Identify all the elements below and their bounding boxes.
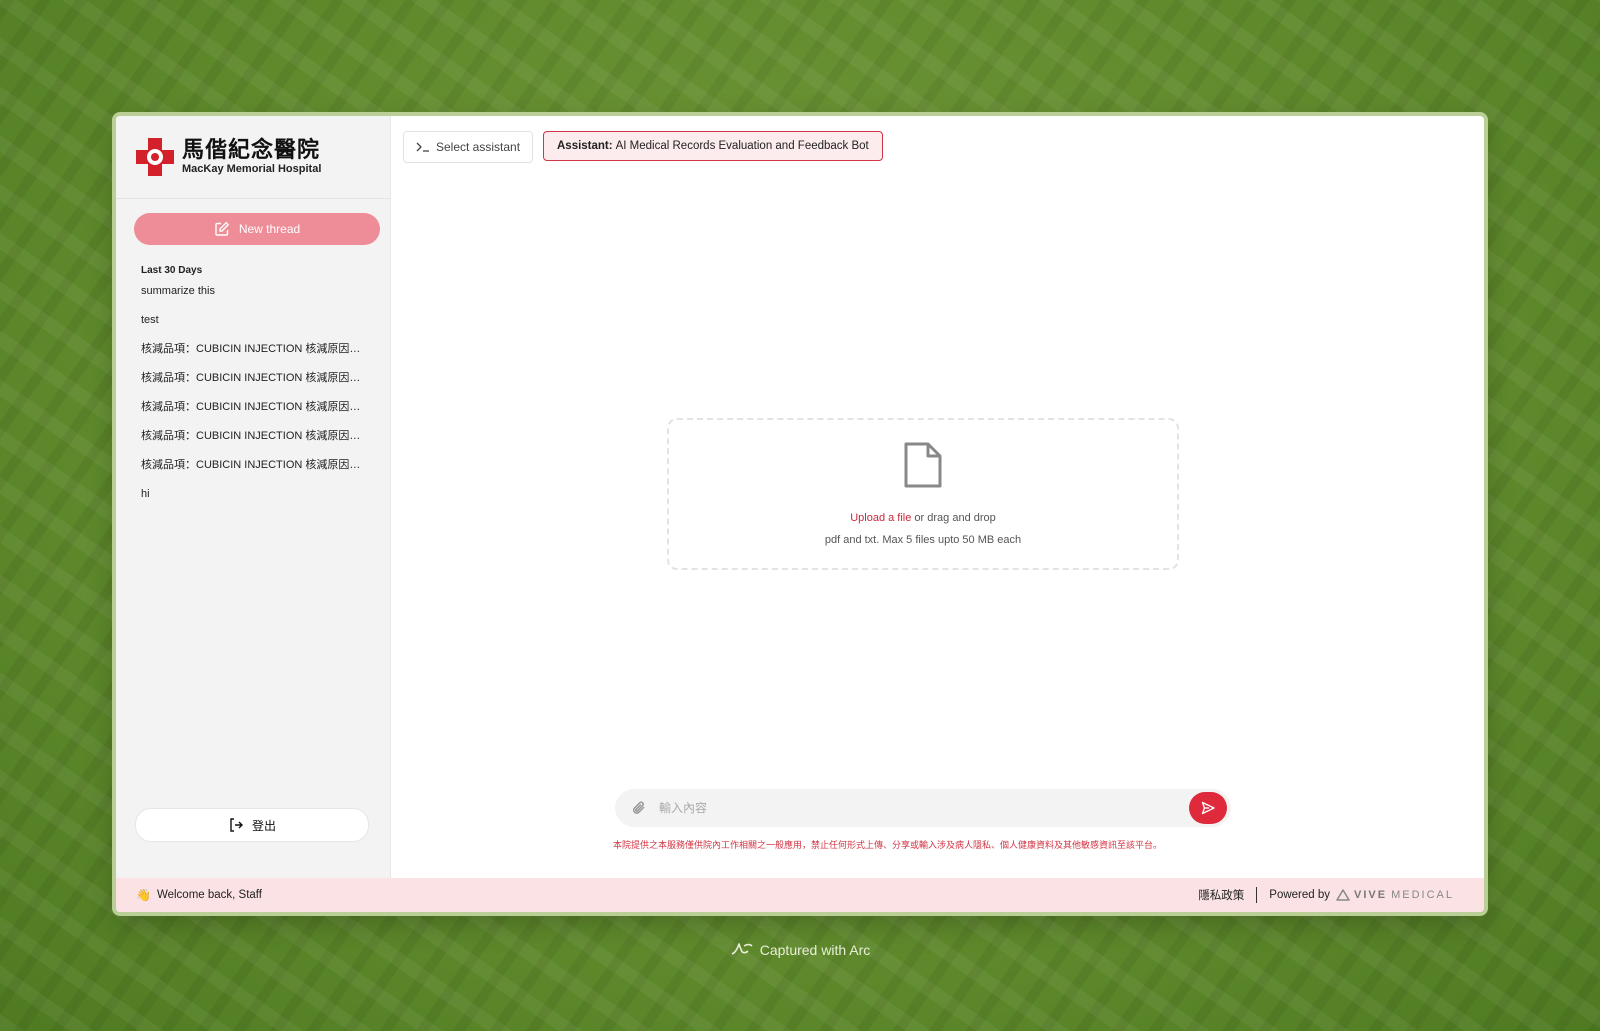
sidebar: 馬偕紀念醫院 MacKay Memorial Hospital New thre… bbox=[116, 116, 391, 878]
powered-by-label: Powered by bbox=[1269, 889, 1331, 901]
logout-label: 登出 bbox=[251, 818, 276, 833]
privacy-disclaimer: 本院提供之本服務僅供院內工作相關之一般應用，禁止任何形式上傳、分享或輸入涉及病人… bbox=[613, 841, 1163, 851]
logout-icon bbox=[230, 818, 243, 832]
privacy-policy-link[interactable]: 隱私政策 bbox=[1198, 887, 1244, 903]
thread-item[interactable]: summarize this bbox=[141, 284, 369, 313]
send-button[interactable] bbox=[1189, 792, 1227, 824]
logo-chinese-name: 馬偕紀念醫院 bbox=[182, 137, 321, 163]
status-footer: 👋 Welcome back, Staff 隱私政策 Powered by VI… bbox=[116, 878, 1484, 912]
drag-drop-text: or drag and drop bbox=[911, 512, 996, 524]
upload-file-link[interactable]: Upload a file bbox=[850, 512, 911, 524]
arc-logo-icon bbox=[731, 943, 753, 955]
footer-divider bbox=[1256, 887, 1258, 903]
assistant-name: AI Medical Records Evaluation and Feedba… bbox=[615, 140, 869, 152]
thread-item[interactable]: 核減品項：CUBICIN INJECTION 核減原因：... bbox=[141, 342, 369, 371]
welcome-message: Welcome back, Staff bbox=[156, 889, 262, 901]
select-assistant-label: Select assistant bbox=[436, 140, 521, 154]
vive-triangle-icon bbox=[1336, 889, 1350, 901]
app-window: 馬偕紀念醫院 MacKay Memorial Hospital New thre… bbox=[116, 116, 1484, 912]
attach-paperclip-icon[interactable] bbox=[629, 798, 649, 818]
file-icon bbox=[904, 442, 942, 488]
select-assistant-button[interactable]: Select assistant bbox=[403, 131, 534, 163]
logout-button[interactable]: 登出 bbox=[135, 808, 369, 842]
current-assistant-chip[interactable]: Assistant: AI Medical Records Evaluation… bbox=[543, 131, 883, 161]
hospital-logo: 馬偕紀念醫院 MacKay Memorial Hospital bbox=[116, 116, 390, 199]
edit-icon bbox=[215, 221, 230, 236]
new-thread-button[interactable]: New thread bbox=[134, 213, 380, 245]
thread-item[interactable]: 核減品項：CUBICIN INJECTION 核減原因：... bbox=[141, 400, 369, 429]
thread-item[interactable]: hi bbox=[141, 487, 369, 516]
waving-hand-icon: 👋 bbox=[136, 888, 151, 902]
arc-capture-watermark: Captured with Arc bbox=[0, 940, 1600, 960]
message-composer bbox=[615, 789, 1231, 827]
logo-english-name: MacKay Memorial Hospital bbox=[182, 163, 322, 175]
new-thread-label: New thread bbox=[238, 222, 301, 236]
thread-list: summarize this test 核減品項：CUBICIN INJECTI… bbox=[141, 284, 369, 516]
assistant-prefix: Assistant: bbox=[557, 140, 613, 152]
thread-item[interactable]: 核減品項：CUBICIN INJECTION 核減原因：... bbox=[141, 371, 369, 400]
upload-hint: pdf and txt. Max 5 files upto 50 MB each bbox=[824, 534, 1022, 546]
thread-item[interactable]: 核減品項：CUBICIN INJECTION 核減原因：... bbox=[141, 458, 369, 487]
main-panel: Select assistant Assistant: AI Medical R… bbox=[391, 116, 1484, 878]
send-icon bbox=[1201, 801, 1215, 815]
vive-medical-logo: VIVE MEDICAL bbox=[1336, 889, 1454, 901]
red-cross-logo-icon bbox=[136, 138, 174, 176]
thread-item[interactable]: 核減品項：CUBICIN INJECTION 核減原因：... bbox=[141, 429, 369, 458]
message-input[interactable] bbox=[657, 800, 1189, 816]
thread-item[interactable]: test bbox=[141, 313, 369, 342]
terminal-prompt-icon bbox=[416, 142, 429, 152]
captured-with-arc-label: Captured with Arc bbox=[759, 942, 871, 958]
file-dropzone[interactable]: Upload a file or drag and drop pdf and t… bbox=[667, 418, 1179, 570]
section-title-last-30-days: Last 30 Days bbox=[141, 265, 203, 276]
upload-instruction: Upload a file or drag and drop bbox=[850, 512, 996, 524]
